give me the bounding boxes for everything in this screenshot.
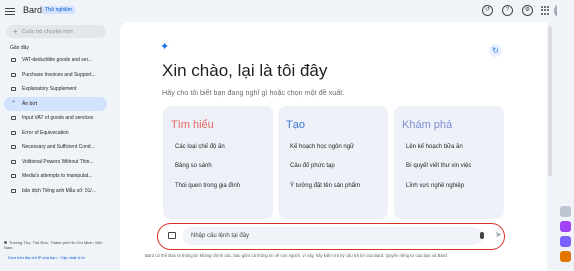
prompt-input-area: Nhập câu lệnh tại đây ➤: [157, 223, 505, 250]
apps-icon[interactable]: [541, 6, 550, 15]
card-explore: Khám phá Lên kế hoạch bữa ăn Bí quyết vi…: [394, 106, 504, 219]
chat-item-label: Media's attempts to manipulat...: [22, 173, 93, 180]
chat-item-label: Purchase Invoices and Support...: [22, 71, 96, 78]
card-learn: Tìm hiểu Các loại chế độ ăn Bảng so sánh…: [163, 106, 273, 219]
chat-icon: [11, 72, 16, 77]
chat-icon: [11, 58, 16, 63]
chat-icon: [11, 87, 16, 92]
chat-item-label: Input VAT of goods and services: [22, 115, 94, 122]
scrollbar[interactable]: [547, 22, 553, 271]
chat-item[interactable]: Volitional Powers Without Thin...: [4, 155, 107, 170]
chat-item-label: Necessary and Sufficient Cond...: [22, 144, 95, 151]
location-dot-icon: [4, 241, 7, 244]
greeting-subtitle: Hãy cho tôi biết bạn đang nghĩ gì hoặc c…: [162, 88, 345, 97]
chat-list: VAT-deductible goods and ser... Purchase…: [4, 53, 107, 198]
plus-icon: +: [13, 27, 18, 36]
scroll-thumb[interactable]: [548, 26, 552, 176]
location-text: Trường Thọ, Thủ Đức, Thành phố Hồ Chí Mi…: [4, 240, 102, 250]
chat-item-label: Ẩn bớt: [22, 100, 37, 107]
card-create: Tạo Kế hoạch học ngôn ngữ Câu đố phức tạ…: [278, 106, 388, 219]
top-bar: Bard Thử nghiệm ↺ ? ⚙: [0, 0, 574, 22]
suggestion-chip[interactable]: Ý tưởng đặt tên sản phẩm: [290, 183, 360, 189]
chat-icon: [11, 188, 16, 193]
chat-item-label: VAT-deductible goods and ser...: [22, 57, 93, 64]
chat-icon: [11, 145, 16, 150]
suggestion-chip[interactable]: Kế hoạch học ngôn ngữ: [290, 144, 354, 150]
chat-item[interactable]: bản dịch Tiếng anh Mẫu số: 01/...: [4, 184, 107, 199]
chat-icon: [11, 174, 16, 179]
extension-icon[interactable]: [560, 221, 571, 232]
sparkle-icon: ✦: [160, 41, 170, 53]
chat-item[interactable]: Error of Equivocation: [4, 126, 107, 141]
chat-icon: [11, 130, 16, 135]
prompt-input[interactable]: Nhập câu lệnh tại đây: [183, 227, 483, 245]
edge-toolbar: [557, 0, 574, 271]
chat-item[interactable]: Media's attempts to manipulat...: [4, 169, 107, 184]
refresh-icon[interactable]: ↻: [489, 44, 502, 57]
chat-item[interactable]: Input VAT of goods and services: [4, 111, 107, 126]
suggestion-chip[interactable]: Lên kế hoạch bữa ăn: [406, 144, 463, 150]
extension-icon[interactable]: [560, 236, 571, 247]
chat-icon: [11, 116, 16, 121]
recent-title: Gần đây: [10, 45, 29, 51]
experiment-badge: Thử nghiệm: [42, 6, 75, 14]
send-icon[interactable]: ➤: [495, 230, 502, 239]
suggestion-chip[interactable]: Lĩnh vực nghề nghiệp: [406, 183, 464, 189]
brand-name[interactable]: Bard: [23, 5, 42, 15]
chat-item-label: Error of Equivocation: [22, 129, 69, 136]
new-chat-button[interactable]: + Cuộc trò chuyện mới: [6, 25, 106, 38]
screenshot-icon[interactable]: [560, 206, 571, 217]
mic-icon[interactable]: [480, 232, 484, 239]
chevron-up-icon: ⌃: [11, 101, 17, 108]
greeting-title: Xin chào, lại là tôi đây: [162, 61, 328, 80]
sidebar: + Cuộc trò chuyện mới Gần đây VAT-deducti…: [0, 22, 110, 271]
card-title: Khám phá: [402, 119, 453, 131]
chat-item[interactable]: Purchase Invoices and Support...: [4, 68, 107, 83]
show-less-button[interactable]: ⌃ Ẩn bớt: [4, 96, 107, 111]
card-title: Tìm hiểu: [171, 119, 214, 131]
main-panel: ✦ ↻ Xin chào, lại là tôi đây Hãy cho tôi…: [120, 22, 553, 271]
history-icon[interactable]: ↺: [482, 5, 493, 16]
menu-icon[interactable]: [3, 4, 17, 18]
suggestion-chip[interactable]: Các loại chế độ ăn: [175, 144, 225, 150]
image-upload-icon[interactable]: [168, 232, 176, 239]
chat-item[interactable]: Necessary and Sufficient Cond...: [4, 140, 107, 155]
chat-item-label: bản dịch Tiếng anh Mẫu số: 01/...: [22, 187, 96, 194]
suggestion-chip[interactable]: Bí quyết viết thư xin việc: [406, 163, 471, 169]
disclaimer: Bard có thể đưa ra thông tin không chính…: [145, 253, 447, 258]
chat-item-label: Volitional Powers Without Thin...: [22, 158, 94, 165]
help-icon[interactable]: ?: [502, 5, 513, 16]
new-chat-label: Cuộc trò chuyện mới: [21, 29, 73, 35]
chat-item[interactable]: Explanatory Supplement: [4, 82, 107, 97]
chat-icon: [11, 159, 16, 164]
extension-icon[interactable]: [560, 251, 571, 262]
location-links[interactable]: Dựa trên địa chỉ IP của bạn · Cập nhật v…: [8, 255, 85, 260]
card-title: Tạo: [286, 119, 305, 131]
chat-item-label: Explanatory Supplement: [22, 86, 77, 93]
suggestion-chip[interactable]: Bảng so sánh: [175, 163, 212, 169]
settings-icon[interactable]: ⚙: [522, 5, 533, 16]
suggestion-chip[interactable]: Thói quen trong gia đình: [175, 183, 240, 189]
suggestion-chip[interactable]: Câu đố phức tạp: [290, 163, 335, 169]
chat-item[interactable]: VAT-deductible goods and ser...: [4, 53, 107, 68]
